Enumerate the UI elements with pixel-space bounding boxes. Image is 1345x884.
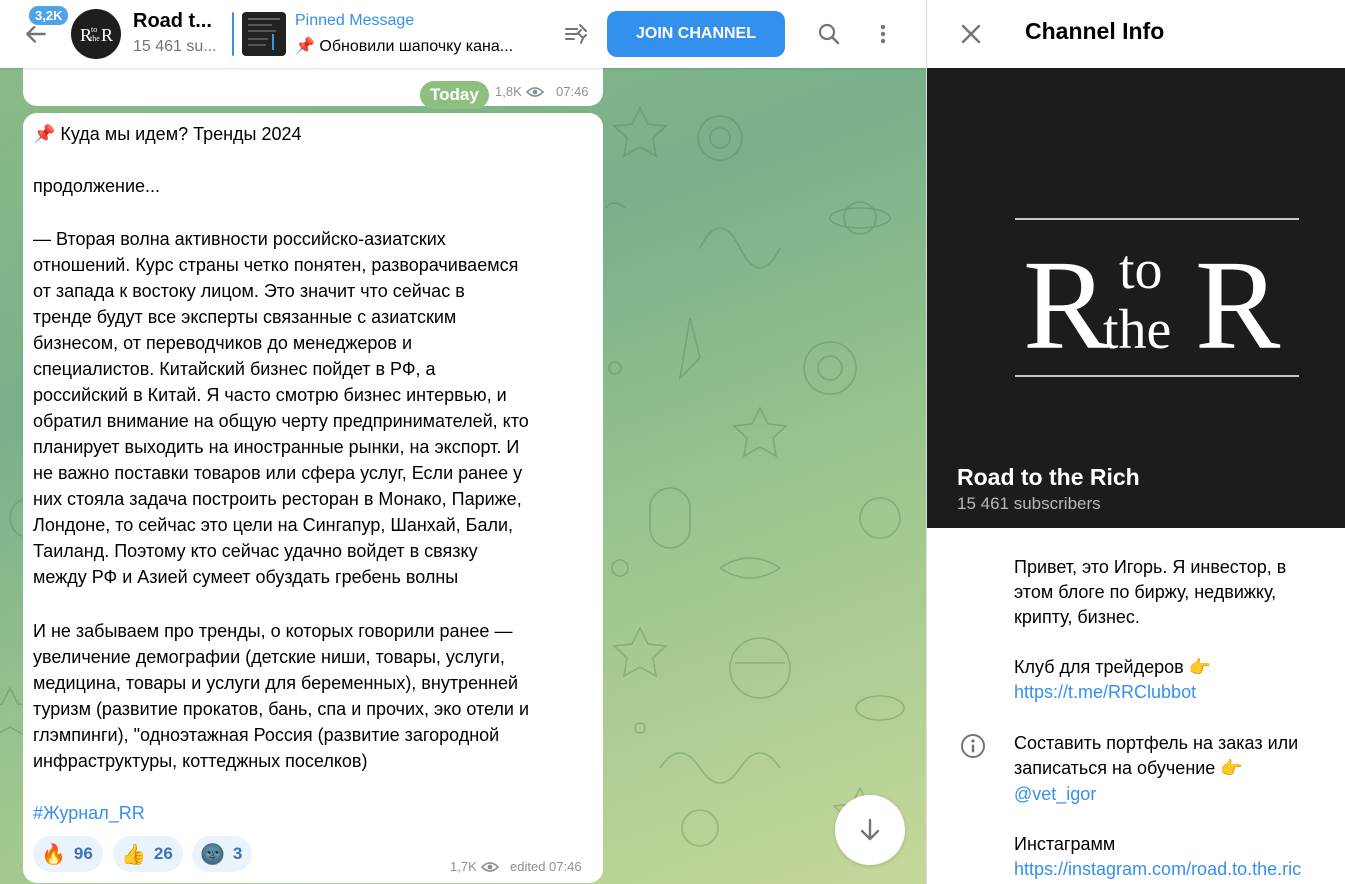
- channel-subscriber-count: 15 461 su...: [133, 38, 217, 55]
- message-line: И не забываем про тренды, о которых гово…: [33, 621, 513, 641]
- instagram-link[interactable]: https://instagram.com/road.to.the.ric: [1014, 859, 1301, 880]
- message-line: специалистов. Китайский бизнес пойдет в …: [33, 359, 436, 379]
- message-line: увеличение демографии (детские ниши, тов…: [33, 647, 505, 667]
- reaction-count: 26: [153, 844, 173, 863]
- chat-header: 3,2K R to the R Road t... 15 461 su... P…: [0, 0, 926, 68]
- more-vertical-icon: [880, 24, 886, 44]
- message-line: отношений. Курс страны четко понятен, ра…: [33, 255, 519, 275]
- svg-text:the: the: [1103, 299, 1171, 361]
- pinned-indicator-bar: [232, 12, 234, 56]
- channel-subscribers: 15 461 subscribers: [957, 494, 1101, 513]
- chat-area: 3,2K R to the R Road t... 15 461 su... P…: [0, 0, 926, 884]
- bio-line: этом блоге по биржу, недвижку,: [1014, 582, 1277, 602]
- message-line: туризм (развитие прокатов, бань, спа и п…: [33, 699, 530, 719]
- club-link[interactable]: https://t.me/RRClubbot: [1014, 682, 1196, 703]
- unread-count-badge: 3,2K: [27, 4, 71, 27]
- channel-info-panel: Channel Info R to the R Road to the Rich…: [926, 0, 1345, 884]
- svg-text:the: the: [90, 34, 100, 43]
- message-views: 1,7K: [450, 859, 499, 874]
- reaction-fire[interactable]: 🔥 96: [33, 836, 103, 872]
- message-line: глэмпинги), "одноэтажная Россия (развити…: [33, 725, 500, 745]
- join-channel-button[interactable]: JOIN CHANNEL: [607, 11, 785, 57]
- message-line: не важно поставки товаров или сфера услу…: [33, 463, 523, 483]
- moon-face-emoji-icon: 🌚: [200, 843, 225, 866]
- svg-text:to: to: [91, 25, 97, 34]
- message-time: edited 07:46: [510, 859, 582, 874]
- svg-text:R: R: [1023, 234, 1109, 376]
- pin-list-icon: [565, 24, 587, 44]
- channel-name: Road to the Rich: [957, 464, 1140, 490]
- instagram-label: Инстаграмм: [1014, 834, 1116, 854]
- channel-title[interactable]: Road t...: [133, 10, 221, 33]
- message-line: обратил внимание на общую черту предприн…: [33, 411, 529, 431]
- channel-cover[interactable]: R to the R Road to the Rich 15 461 subsc…: [927, 68, 1345, 528]
- message-line: Таиланд. Поэтому кто сейчас удачно войде…: [33, 541, 478, 561]
- close-button[interactable]: [951, 14, 991, 54]
- message-line: них стояла задача построить ресторан в М…: [33, 489, 522, 509]
- reaction-thumbs-up[interactable]: 👍 26: [113, 836, 183, 872]
- channel-post-bubble[interactable]: 📌 Куда мы идем? Тренды 2024 продолжение.…: [23, 113, 603, 883]
- order-contact-link[interactable]: @vet_igor: [1014, 784, 1096, 805]
- svg-text:R: R: [101, 25, 113, 45]
- message-line: Лондоне, то сейчас это цели на Сингапур,…: [33, 515, 514, 535]
- date-separator: Today: [420, 81, 489, 109]
- search-button[interactable]: [808, 13, 850, 55]
- previous-message-views: 1,8K: [495, 84, 544, 99]
- eye-icon: [480, 861, 499, 872]
- search-icon: [818, 23, 840, 45]
- message-line: продолжение...: [33, 176, 161, 196]
- pinned-message-text: 📌 Обновили шапочку кана...: [295, 38, 514, 55]
- message-line: тренде будут все эксперты связанные с аз…: [33, 307, 457, 327]
- reaction-count: 3: [232, 844, 243, 863]
- message-line: бизнесом, от переводчиков до менеджеров …: [33, 333, 413, 353]
- hashtag-link[interactable]: #Журнал_RR: [33, 803, 145, 824]
- thumbs-up-emoji-icon: 👍: [121, 843, 146, 866]
- message-line: — Вторая волна активности российско-азиа…: [33, 229, 446, 249]
- svg-text:R: R: [1195, 234, 1281, 376]
- message-line: планирует выходить на иностранные рынки,…: [33, 437, 520, 457]
- info-icon: [961, 734, 985, 758]
- more-options-button[interactable]: [862, 13, 904, 55]
- bio-line: Привет, это Игорь. Я инвестор, в: [1014, 557, 1287, 577]
- pinned-list-button[interactable]: [556, 14, 596, 54]
- road-to-rich-logo-icon: R to the R: [80, 25, 113, 45]
- message-line: инфраструктуры, коттеджных поселков): [33, 751, 368, 771]
- bio-line: крипту, бизнес.: [1014, 607, 1140, 627]
- reaction-count: 96: [73, 844, 93, 863]
- message-line: 📌 Куда мы идем? Тренды 2024: [33, 124, 302, 144]
- message-line: медицина, товары и услуги для беременных…: [33, 673, 519, 693]
- message-line: от запада к востоку лицом. Это значит чт…: [33, 281, 465, 301]
- reaction-moon[interactable]: 🌚 3: [192, 836, 253, 872]
- fire-emoji-icon: 🔥: [41, 843, 66, 866]
- road-to-rich-logo: R to the R: [1015, 218, 1299, 377]
- scroll-down-button[interactable]: [835, 795, 905, 865]
- pinned-message[interactable]: Pinned Message 📌 Обновили шапочку кана..…: [232, 10, 542, 58]
- club-label: Клуб для трейдеров 👉: [1014, 657, 1212, 677]
- close-icon: [961, 24, 981, 44]
- order-text: Составить портфель на заказ или: [1014, 733, 1299, 753]
- pinned-message-title: Pinned Message: [295, 12, 415, 29]
- order-text: записаться на обучение 👉: [1014, 758, 1243, 778]
- message-line: между РФ и Азией сумеет обуздать гребень…: [33, 567, 459, 587]
- channel-avatar[interactable]: R to the R: [71, 9, 121, 59]
- message-line: российский в Китай. Я часто смотрю бизне…: [33, 385, 507, 405]
- pinned-thumbnail: [242, 12, 286, 56]
- previous-message-time: 07:46: [556, 84, 589, 99]
- eye-icon: [525, 86, 544, 97]
- arrow-down-icon: [860, 818, 880, 841]
- panel-title: Channel Info: [1025, 18, 1165, 44]
- svg-text:to: to: [1119, 239, 1163, 301]
